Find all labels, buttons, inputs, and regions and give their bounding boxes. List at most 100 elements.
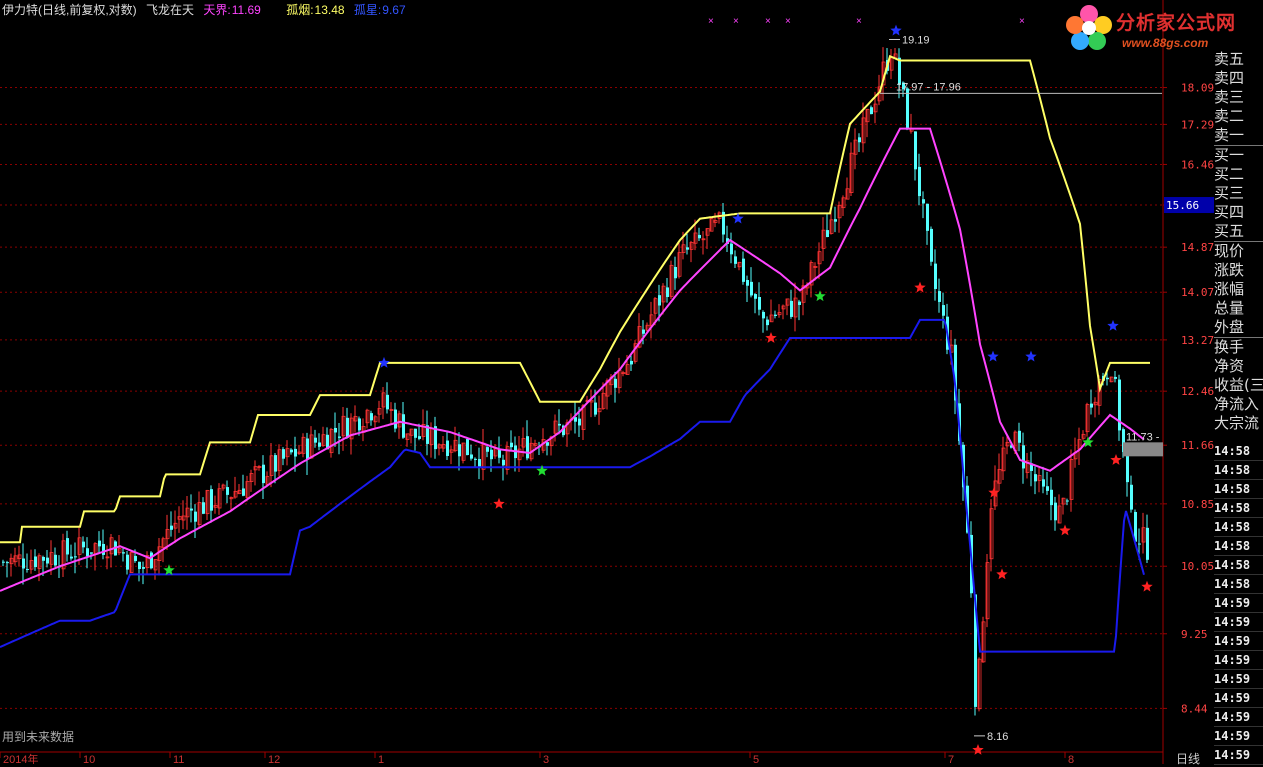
candle-body — [150, 552, 153, 569]
candle-body — [82, 541, 85, 548]
y-tick-label: 14.87 — [1181, 241, 1214, 254]
indicator-lines — [0, 54, 1150, 653]
candle-body — [42, 556, 45, 561]
tick-time: 14:59 — [1214, 670, 1263, 689]
red-star-marker — [1141, 580, 1153, 592]
candle-body — [762, 311, 765, 319]
candle-body — [126, 554, 129, 570]
candle-body — [926, 203, 929, 231]
candle-body — [314, 437, 317, 443]
candle-body — [1138, 543, 1141, 545]
quote-field-label: 收益(三) — [1214, 376, 1263, 394]
candle-body — [1066, 500, 1069, 502]
price-chart[interactable]: × × × × × × 18.09 17.29 16.46 15.66 14.87 14.07 13.… — [0, 0, 1263, 764]
candle-body — [798, 301, 801, 305]
tick-time: 14:59 — [1214, 727, 1263, 746]
candle-body — [790, 300, 793, 317]
tick-time: 14:58 — [1214, 480, 1263, 499]
candle-body — [922, 199, 925, 204]
candle-body — [402, 414, 405, 438]
guxing-line — [0, 318, 1145, 653]
indicator-name: 飞龙在天 — [146, 3, 195, 17]
candle-body — [486, 447, 489, 452]
candle-body — [142, 567, 145, 569]
x-tick-label: 7 — [948, 754, 954, 764]
candle-body — [54, 554, 57, 566]
candle-body — [546, 442, 549, 446]
candle-body — [1042, 479, 1045, 487]
candle-body — [458, 444, 461, 457]
red-star-marker — [493, 497, 505, 509]
tick-time: 14:58 — [1214, 518, 1263, 537]
candle-body — [274, 455, 277, 472]
candle-body — [474, 458, 477, 460]
candle-body — [98, 540, 101, 547]
stock-title: 伊力特(日线,前复权,对数) — [2, 3, 137, 17]
candle-body — [226, 487, 229, 495]
candle-body — [930, 228, 933, 262]
y-tick-label: 10.05 — [1181, 560, 1214, 573]
candle-body — [102, 543, 105, 555]
candle-body — [1050, 489, 1053, 506]
candle-body — [358, 418, 361, 431]
tick-time: 14:58 — [1214, 556, 1263, 575]
watermark: 分析家公式网 www.88gs.com — [1064, 4, 1260, 50]
candle-body — [666, 287, 669, 298]
last-annotation: 11.73 - — [1126, 431, 1160, 443]
candle-body — [1126, 455, 1129, 483]
quote-field-label: 外盘 — [1214, 318, 1245, 336]
magenta-x-marker: × — [765, 16, 771, 27]
candle-body — [338, 436, 341, 438]
candle-body — [190, 508, 193, 511]
tick-time: 14:59 — [1214, 689, 1263, 708]
tick-time: 14:59 — [1214, 746, 1263, 765]
candle-body — [210, 489, 213, 511]
watermark-url: www.88gs.com — [1122, 36, 1209, 50]
chart-header: 伊力特(日线,前复权,对数) 飞龙在天 天界:11.69 孤烟:13.48 孤星… — [2, 1, 412, 18]
candle-body — [858, 137, 861, 143]
quote-field-label: 净资 — [1214, 357, 1245, 375]
candle-body — [466, 439, 469, 456]
y-tick-label: 17.29 — [1181, 118, 1214, 131]
blue-star-marker — [890, 24, 902, 36]
candle-body — [334, 427, 337, 433]
candle-body — [86, 548, 89, 557]
quote-field-label: 换手 — [1214, 337, 1263, 357]
quote-field-label: 涨跌 — [1214, 261, 1245, 279]
candle-body — [686, 247, 689, 250]
candle-body — [194, 511, 197, 522]
quote-field-label: 现价 — [1214, 241, 1263, 261]
candle-body — [90, 552, 93, 554]
candle-body — [490, 449, 493, 460]
tick-time: 14:58 — [1214, 442, 1263, 461]
candle-body — [558, 423, 561, 426]
candle-body — [870, 107, 873, 115]
tianjie-label: 天界: — [203, 3, 231, 17]
red-star-marker — [1059, 524, 1071, 536]
candle-body — [1054, 502, 1057, 521]
y-tick-label: 13.27 — [1181, 334, 1214, 347]
candle-body — [766, 319, 769, 326]
candle-body — [730, 243, 733, 255]
grid-lines — [0, 0, 1164, 764]
guyan-line — [0, 54, 1150, 544]
quote-field-label: 总量 — [1214, 299, 1245, 317]
tick-time-list: 14:58 14:58 14:58 14:58 14:58 14:58 14:58 14:58… — [1214, 442, 1263, 765]
signal-marks: × × × × × × — [163, 16, 1153, 755]
quote-field-label: 大宗流 — [1214, 414, 1260, 432]
y-tick-label: 11.66 — [1181, 439, 1214, 452]
candle-body — [202, 502, 205, 514]
candle-body — [46, 557, 49, 564]
x-tick-label: 11 — [173, 754, 184, 764]
period-label[interactable]: 日线 — [1176, 750, 1200, 767]
red-star-marker — [765, 332, 777, 343]
quote-field-label: 买五 — [1214, 222, 1245, 240]
candle-body — [754, 294, 757, 299]
tick-time: 14:59 — [1214, 651, 1263, 670]
high-annotation: 19.19 — [902, 34, 930, 46]
tick-time: 14:58 — [1214, 537, 1263, 556]
y-tick-label: 14.07 — [1181, 286, 1214, 299]
tick-time: 14:59 — [1214, 708, 1263, 727]
candle-body — [614, 378, 617, 388]
candle-body — [26, 568, 29, 570]
